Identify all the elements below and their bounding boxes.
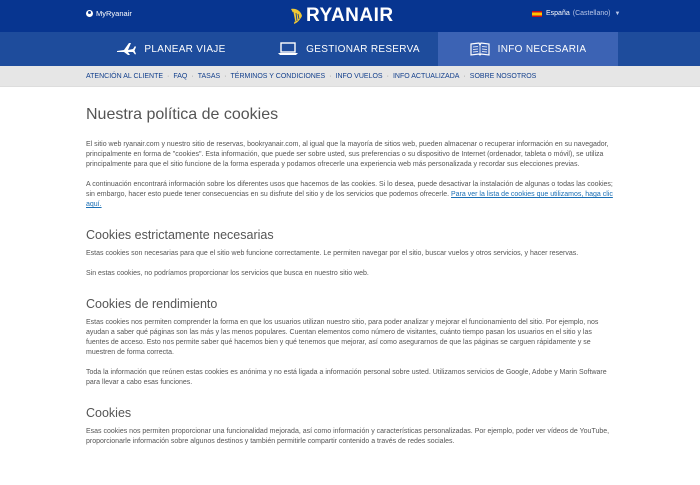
tab-planear-viaje[interactable]: PLANEAR VIAJE	[82, 32, 260, 66]
brand-name: RYANAIR	[306, 5, 394, 26]
secondary-nav: ATENCIÓN AL CLIENTE · FAQ · TASAS · TÉRM…	[0, 66, 700, 87]
intro-paragraph-1: El sitio web ryanair.com y nuestro sitio…	[86, 141, 609, 168]
tab-label: INFO NECESARIA	[497, 43, 587, 55]
harp-logo-icon	[291, 8, 302, 24]
page-content: Nuestra política de cookies El sitio web…	[0, 87, 700, 485]
section-title-cookies: Cookies	[86, 406, 132, 420]
language-sub-label: (Castellano)	[572, 10, 611, 17]
separator: ·	[386, 72, 389, 80]
book-icon	[470, 42, 490, 56]
section-necessary-p1: Estas cookies son necesarias para que el…	[86, 250, 579, 257]
subnav-terminos[interactable]: TÉRMINOS Y CONDICIONES	[231, 73, 326, 80]
subnav-info-vuelos[interactable]: INFO VUELOS	[336, 73, 383, 80]
subnav-info-actualizada[interactable]: INFO ACTUALIZADA	[393, 73, 460, 80]
tab-gestionar-reserva[interactable]: GESTIONAR RESERVA	[260, 32, 438, 66]
intro-paragraph-2: A continuación encontrará información so…	[86, 180, 614, 210]
chevron-down-icon: ▼	[614, 10, 621, 17]
separator: ·	[191, 72, 194, 80]
separator: ·	[167, 72, 170, 80]
main-nav: PLANEAR VIAJE GESTIONAR RESERVA INFO NEC…	[0, 32, 700, 66]
section-performance-p1: Estas cookies nos permiten comprender la…	[86, 319, 599, 356]
laptop-icon	[278, 42, 299, 55]
section-necessary-p2: Sin estas cookies, no podríamos proporci…	[86, 270, 369, 277]
section-title-performance: Cookies de rendimiento	[86, 297, 218, 311]
separator: ·	[329, 72, 332, 80]
separator: ·	[463, 72, 466, 80]
my-ryanair-label: MyRyanair	[96, 9, 132, 18]
language-selector[interactable]: España (Castellano) ▼	[532, 10, 620, 17]
subnav-atencion-cliente[interactable]: ATENCIÓN AL CLIENTE	[86, 73, 163, 80]
tab-label: PLANEAR VIAJE	[144, 43, 226, 55]
subnav-tasas[interactable]: TASAS	[198, 73, 220, 80]
subnav-sobre-nosotros[interactable]: SOBRE NOSOTROS	[470, 73, 537, 80]
plane-icon	[117, 43, 137, 55]
page-title: Nuestra política de cookies	[86, 106, 279, 123]
tab-label: GESTIONAR RESERVA	[306, 43, 420, 55]
section-performance-p2: Toda la información que reúnen estas coo…	[86, 369, 607, 386]
language-label: España	[546, 10, 570, 17]
subnav-faq[interactable]: FAQ	[173, 73, 187, 80]
my-ryanair-link[interactable]: MyRyanair	[86, 9, 132, 18]
tab-info-necesaria[interactable]: INFO NECESARIA	[438, 32, 618, 66]
separator: ·	[224, 72, 227, 80]
user-icon	[86, 10, 93, 17]
section-cookies-p1: Esas cookies nos permiten proporcionar u…	[86, 428, 610, 445]
top-bar: MyRyanair RYANAIR España (Castellano) ▼	[0, 0, 700, 32]
section-title-necessary: Cookies estrictamente necesarias	[86, 228, 274, 242]
ryanair-logo[interactable]: RYANAIR	[288, 5, 394, 27]
spain-flag-icon	[532, 10, 542, 17]
